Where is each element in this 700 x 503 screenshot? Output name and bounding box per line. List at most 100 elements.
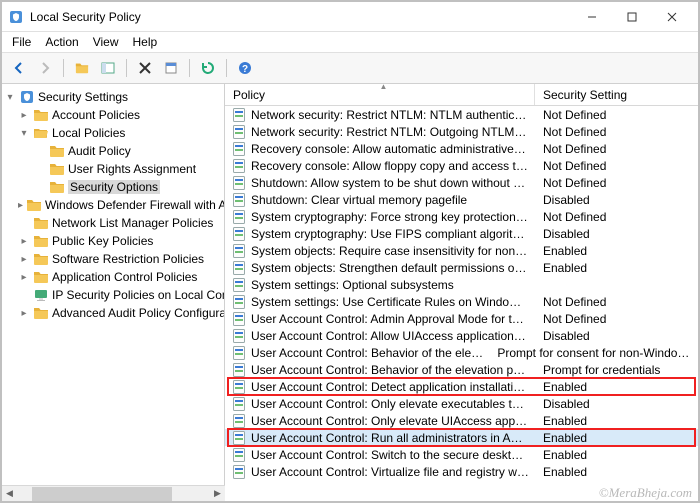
- policy-row[interactable]: System settings: Use Certificate Rules o…: [225, 293, 698, 310]
- policy-row[interactable]: User Account Control: Detect application…: [225, 378, 698, 395]
- policy-row[interactable]: System cryptography: Force strong key pr…: [225, 208, 698, 225]
- properties-button[interactable]: [160, 57, 182, 79]
- policy-icon: [231, 464, 247, 480]
- tree-node-audit-policy[interactable]: Audit Policy: [2, 142, 225, 160]
- policy-row[interactable]: User Account Control: Behavior of the el…: [225, 344, 698, 361]
- tree-root-node[interactable]: ▾ Security Settings: [2, 88, 225, 106]
- policy-row[interactable]: System objects: Strengthen default permi…: [225, 259, 698, 276]
- tree-node-nlmp[interactable]: Network List Manager Policies: [2, 214, 225, 232]
- tree-node-wdf[interactable]: ▸ Windows Defender Firewall with Advance…: [2, 196, 225, 214]
- expand-icon[interactable]: ▸: [18, 254, 30, 265]
- policy-name: User Account Control: Admin Approval Mod…: [251, 312, 535, 326]
- maximize-button[interactable]: [612, 3, 652, 31]
- policy-value: Disabled: [535, 329, 590, 343]
- policy-value: Enabled: [535, 414, 587, 428]
- policy-icon: [231, 141, 247, 157]
- policy-row[interactable]: System cryptography: Use FIPS compliant …: [225, 225, 698, 242]
- column-header-setting[interactable]: Security Setting: [535, 84, 698, 105]
- policy-row[interactable]: User Account Control: Virtualize file an…: [225, 463, 698, 480]
- refresh-button[interactable]: [197, 57, 219, 79]
- tree-node-user-rights[interactable]: User Rights Assignment: [2, 160, 225, 178]
- tree-node-acp[interactable]: ▸ Application Control Policies: [2, 268, 225, 286]
- policy-value: Enabled: [535, 448, 587, 462]
- policy-value: Not Defined: [535, 295, 606, 309]
- folder-icon: [33, 233, 49, 249]
- policy-name: User Account Control: Allow UIAccess app…: [251, 329, 535, 343]
- policy-name: System settings: Optional subsystems: [251, 278, 535, 292]
- list-header: Policy ▲ Security Setting: [225, 84, 698, 106]
- policy-icon: [231, 345, 247, 361]
- collapse-icon[interactable]: ▾: [4, 92, 16, 103]
- column-header-policy[interactable]: Policy ▲: [225, 84, 535, 105]
- policy-value: Prompt for consent for non-Windows binar…: [489, 346, 698, 360]
- tree-node-srp[interactable]: ▸ Software Restriction Policies: [2, 250, 225, 268]
- policy-row[interactable]: Network security: Restrict NTLM: Outgoin…: [225, 123, 698, 140]
- security-settings-icon: [19, 89, 35, 105]
- policy-value: Enabled: [535, 431, 587, 445]
- policy-value: Enabled: [535, 465, 587, 479]
- policy-row[interactable]: Recovery console: Allow floppy copy and …: [225, 157, 698, 174]
- back-button[interactable]: [8, 57, 30, 79]
- up-button[interactable]: [71, 57, 93, 79]
- collapse-icon[interactable]: ▾: [18, 128, 30, 139]
- policy-row[interactable]: User Account Control: Allow UIAccess app…: [225, 327, 698, 344]
- tree-label: User Rights Assignment: [68, 162, 196, 176]
- policy-row[interactable]: System objects: Require case insensitivi…: [225, 242, 698, 259]
- policy-name: System objects: Strengthen default permi…: [251, 261, 535, 275]
- scroll-left-icon[interactable]: ◀: [2, 488, 17, 499]
- separator: [226, 59, 227, 77]
- tree-node-local-policies[interactable]: ▾ Local Policies: [2, 124, 225, 142]
- separator: [189, 59, 190, 77]
- policy-value: Not Defined: [535, 210, 606, 224]
- menu-action[interactable]: Action: [45, 35, 78, 49]
- policy-name: User Account Control: Only elevate execu…: [251, 397, 535, 411]
- policy-row[interactable]: System settings: Optional subsystems: [225, 276, 698, 293]
- forward-button[interactable]: [34, 57, 56, 79]
- expand-icon[interactable]: ▸: [18, 308, 30, 319]
- policy-row[interactable]: User Account Control: Only elevate UIAcc…: [225, 412, 698, 429]
- expand-icon[interactable]: ▸: [18, 110, 30, 121]
- tree-node-security-options[interactable]: Security Options: [2, 178, 225, 196]
- list-pane[interactable]: Policy ▲ Security Setting Network securi…: [225, 84, 698, 491]
- expand-icon[interactable]: ▸: [18, 200, 23, 211]
- tree-horizontal-scrollbar[interactable]: ◀ ▶: [2, 485, 225, 501]
- tree-node-ipsec[interactable]: IP Security Policies on Local Computer: [2, 286, 225, 304]
- folder-icon: [26, 197, 42, 213]
- policy-row[interactable]: User Account Control: Switch to the secu…: [225, 446, 698, 463]
- tree-node-aapc[interactable]: ▸ Advanced Audit Policy Configuration: [2, 304, 225, 322]
- policy-row[interactable]: Network security: Restrict NTLM: NTLM au…: [225, 106, 698, 123]
- folder-icon: [33, 251, 49, 267]
- policy-row[interactable]: Shutdown: Clear virtual memory pagefile …: [225, 191, 698, 208]
- policy-row[interactable]: User Account Control: Behavior of the el…: [225, 361, 698, 378]
- column-header-policy-label: Policy: [233, 88, 265, 102]
- minimize-button[interactable]: [572, 3, 612, 31]
- expand-icon[interactable]: ▸: [18, 272, 30, 283]
- help-button[interactable]: ?: [234, 57, 256, 79]
- policy-row[interactable]: User Account Control: Admin Approval Mod…: [225, 310, 698, 327]
- expand-icon[interactable]: ▸: [18, 236, 30, 247]
- policy-row[interactable]: Shutdown: Allow system to be shut down w…: [225, 174, 698, 191]
- policy-icon: [231, 209, 247, 225]
- policy-row[interactable]: User Account Control: Only elevate execu…: [225, 395, 698, 412]
- delete-button[interactable]: [134, 57, 156, 79]
- tree-pane[interactable]: ▾ Security Settings ▸ Account Policies ▾…: [2, 84, 225, 491]
- menu-view[interactable]: View: [93, 35, 119, 49]
- policy-icon: [231, 175, 247, 191]
- scroll-right-icon[interactable]: ▶: [210, 488, 225, 499]
- tree-label: IP Security Policies on Local Computer: [52, 288, 225, 302]
- policy-row[interactable]: Recovery console: Allow automatic admini…: [225, 140, 698, 157]
- column-header-setting-label: Security Setting: [543, 88, 627, 102]
- show-hide-tree-button[interactable]: [97, 57, 119, 79]
- close-button[interactable]: [652, 3, 692, 31]
- tree-node-pkp[interactable]: ▸ Public Key Policies: [2, 232, 225, 250]
- tree-node-account-policies[interactable]: ▸ Account Policies: [2, 106, 225, 124]
- policy-value: Not Defined: [535, 176, 606, 190]
- scrollbar-thumb[interactable]: [32, 487, 172, 501]
- policy-value: Not Defined: [535, 312, 606, 326]
- policy-name: User Account Control: Virtualize file an…: [251, 465, 535, 479]
- menu-file[interactable]: File: [12, 35, 31, 49]
- policy-icon: [231, 379, 247, 395]
- menu-help[interactable]: Help: [133, 35, 158, 49]
- policy-row[interactable]: User Account Control: Run all administra…: [225, 429, 698, 446]
- policy-value: Not Defined: [535, 159, 606, 173]
